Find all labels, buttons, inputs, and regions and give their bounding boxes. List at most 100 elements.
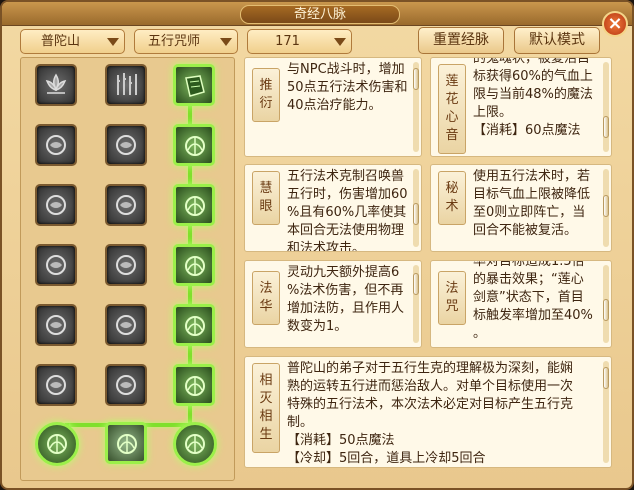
description-line: 回合不能被复活。 [473, 223, 578, 238]
skill-node-6-1[interactable] [105, 422, 147, 464]
close-icon[interactable]: × [602, 11, 628, 37]
meditation-icon [116, 195, 136, 215]
description-line: 40点治疗能力。 [287, 98, 382, 113]
skill-card-tuixing[interactable]: 推衍与NPC战斗时，增加 50点五行法术伤害和 40点治疗能力。 [244, 57, 422, 157]
lotus-hand-icon [46, 195, 66, 215]
points-dropdown[interactable]: 171 [247, 29, 352, 54]
description-line: 灵动九天额外提高6 [287, 265, 400, 280]
scrollbar[interactable] [603, 62, 609, 152]
skill-card-xiangmie[interactable]: 相灭相生普陀山的弟子对于五行生克的理解极为深刻，能娴 熟的运转五行进而惩治敌人。对… [244, 356, 612, 468]
skill-node-0-1[interactable] [105, 64, 147, 106]
description-line: 使用五行法术时，若 [473, 169, 591, 184]
chevron-down-icon [107, 38, 119, 46]
description-line: 熟的运转五行进而惩治敌人。对单个目标使用一次 [287, 379, 574, 394]
skill-node-5-0[interactable] [35, 364, 77, 406]
description-line: 【冷却】5回合，道具上冷却5回合 [287, 451, 486, 466]
skill-node-2-2[interactable] [173, 184, 215, 226]
description-line: 【消耗】50点魔法 [287, 433, 395, 448]
skill-name-label: 法咒 [438, 271, 466, 325]
swirl-icon [185, 434, 205, 454]
sect-dropdown[interactable]: 普陀山 [20, 29, 125, 54]
description-line: 标触发率增加至40% [473, 308, 593, 323]
skill-node-1-0[interactable] [35, 124, 77, 166]
description-line: 数变为1。 [287, 319, 348, 334]
skill-node-6-0[interactable] [35, 422, 79, 466]
skill-node-0-0[interactable] [35, 64, 77, 106]
lotus-icon [45, 73, 67, 94]
chevron-down-icon [220, 38, 232, 46]
skill-description: 使用五行法术时，若 目标气血上限被降低 至0则立即阵亡，当 回合不能被复活。 [473, 168, 599, 240]
scrollbar-thumb[interactable] [603, 367, 609, 389]
skill-node-4-2[interactable] [173, 304, 215, 346]
description-line: %法术伤害，但不再 [287, 283, 404, 298]
skill-card-mishu[interactable]: 秘术使用五行法术时，若 目标气血上限被降低 至0则立即阵亡，当 回合不能被复活。 [430, 164, 612, 252]
scrollbar[interactable] [603, 265, 609, 343]
pagoda-icon [116, 375, 136, 395]
skill-node-1-2[interactable] [173, 124, 215, 166]
skill-node-2-1[interactable] [105, 184, 147, 226]
scrollbar-thumb[interactable] [603, 195, 609, 217]
description-line: 至0则立即阵亡，当 [473, 205, 586, 220]
wave-swirl-icon [185, 316, 205, 336]
skill-node-5-2[interactable] [173, 364, 215, 406]
school-dropdown[interactable]: 五行咒师 [134, 29, 238, 54]
scrollbar[interactable] [603, 361, 609, 463]
sect-dropdown-value: 普陀山 [40, 34, 80, 49]
skill-name-label: 相灭相生 [252, 363, 280, 453]
skill-card-fahua[interactable]: 法华灵动九天额外提高6 %法术伤害，但不再 增加法防，且作用人 数变为1。 [244, 260, 422, 348]
bird-icon [116, 255, 136, 275]
description-line: 普陀山的弟子对于五行生克的理解极为深刻，能娴 [287, 361, 574, 376]
scroll-icon [185, 75, 205, 97]
skill-node-3-1[interactable] [105, 244, 147, 286]
description-line: 增加法防，且作用人 [287, 301, 405, 316]
skill-description: 五行法术克制召唤兽 五行时，伤害增加60 %且有60%几率使其 本回合无法使用物理 和法… [287, 168, 409, 252]
scrollbar[interactable] [603, 169, 609, 247]
skill-node-1-1[interactable] [105, 124, 147, 166]
skill-description: 普陀山的弟子对于五行生克的理解极为深刻，能娴 熟的运转五行进而惩治敌人。对单个目标… [287, 360, 599, 467]
description-line: 与NPC战斗时，增加 [287, 62, 405, 77]
description-line: 率对目标造成1.5倍 [473, 260, 585, 269]
description-line: 和法术攻击。 [287, 241, 366, 252]
description-line: 【消耗】60点魔法 [473, 123, 581, 138]
scrollbar-thumb[interactable] [603, 299, 609, 321]
description-line: 的鬼魂状，被复活目 [473, 57, 591, 66]
scrollbar-thumb[interactable] [413, 68, 419, 90]
points-dropdown-value: 171 [275, 34, 300, 49]
skill-card-huiyan[interactable]: 慧眼五行法术克制召唤兽 五行时，伤害增加60 %且有60%几率使其 本回合无法使用物理… [244, 164, 422, 252]
skill-card-fazhou[interactable]: 法咒率对目标造成1.5倍的暴击效果；“莲心 剑意”状态下，首目 标触发率增加至40%… [430, 260, 612, 348]
skill-node-6-2[interactable] [173, 422, 217, 466]
scrollbar-thumb[interactable] [603, 116, 609, 138]
reset-meridian-button[interactable]: 重置经脉 [418, 27, 504, 54]
description-line: 剑意”状态下，首目 [473, 290, 584, 305]
skill-node-4-0[interactable] [35, 304, 77, 346]
skill-name-label: 秘术 [438, 171, 466, 225]
description-line: 五行法术克制召唤兽 [287, 169, 405, 184]
skill-node-2-0[interactable] [35, 184, 77, 226]
scrollbar-thumb[interactable] [413, 273, 419, 295]
lotus-bloom-icon [46, 315, 66, 335]
skill-node-3-0[interactable] [35, 244, 77, 286]
scrollbar[interactable] [413, 62, 419, 152]
description-line: 上限。 [473, 105, 513, 120]
scrollbar-thumb[interactable] [413, 203, 419, 225]
skill-name-label: 慧眼 [252, 171, 280, 225]
skill-description: 与NPC战斗时，增加 50点五行法术伤害和 40点治疗能力。 [287, 61, 409, 115]
bouquet-icon [116, 315, 136, 335]
scrollbar[interactable] [413, 265, 419, 343]
default-mode-button[interactable]: 默认模式 [514, 27, 600, 54]
description-line: 目标气血上限被降低 [473, 187, 591, 202]
description-line: 特殊的五行法术，本次法术必定对目标产生五行克 [287, 397, 574, 412]
skill-card-lianhua[interactable]: 莲花心音的鬼魂状，被复活目 标获得60%的气血上 限与当前48%的魔法 上限。 【消耗】… [430, 57, 612, 157]
description-line: 的暴击效果；“莲心 [473, 272, 584, 287]
skill-node-0-2[interactable] [173, 64, 215, 106]
bowing-figure-icon [185, 196, 205, 216]
skill-node-5-1[interactable] [105, 364, 147, 406]
pentagram-icon [185, 376, 205, 396]
description-line: %且有60%几率使其 [287, 205, 407, 220]
title-bar[interactable]: 奇经八脉 [2, 2, 632, 26]
skill-node-4-1[interactable] [105, 304, 147, 346]
skill-node-3-2[interactable] [173, 244, 215, 286]
scrollbar[interactable] [413, 169, 419, 247]
skill-tree-panel [20, 57, 235, 481]
description-line: 。 [473, 326, 487, 341]
